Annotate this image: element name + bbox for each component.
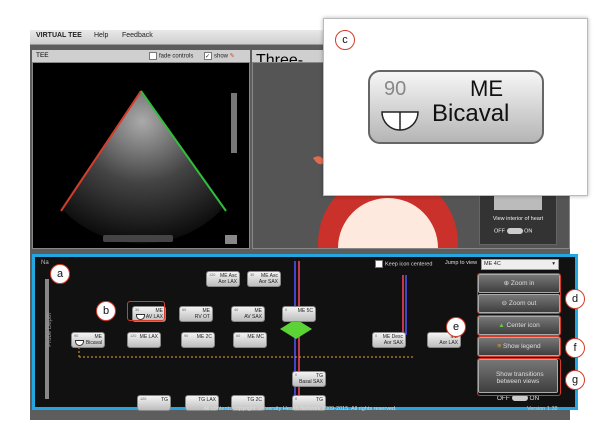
- nav-node-me-5c[interactable]: 0 ME 5C: [282, 306, 316, 322]
- zoomed-node-me-bicaval: 90 ME Bicaval: [368, 70, 544, 144]
- callout-c: c: [335, 30, 355, 50]
- nav-node-me-rv-ot[interactable]: 60 ME RV OT: [179, 306, 213, 322]
- nav-node-me-asc-aor-lax[interactable]: 120 ME Asc Aor LAX: [206, 271, 240, 287]
- callout-d: d: [565, 289, 585, 309]
- fade-controls-toggle[interactable]: fade controls: [149, 52, 193, 60]
- callout-e: e: [446, 317, 466, 337]
- menu-help[interactable]: Help: [94, 32, 108, 39]
- view-interior-toggle[interactable]: OFF ON: [494, 228, 532, 234]
- app-title: VIRTUAL TEE: [36, 32, 82, 39]
- nav-node-me-bicaval[interactable]: 90 ME Bicaval: [71, 332, 105, 348]
- nav-node-me-lax[interactable]: 120 ME LAX: [127, 332, 161, 348]
- version-text: Version 1.38: [527, 406, 558, 412]
- show-toggle[interactable]: ✓ show ✎: [204, 52, 235, 60]
- center-icon-highlight: [477, 315, 561, 336]
- nav-node-me-2c[interactable]: 90 ME 2C: [181, 332, 215, 348]
- copyright-text: All contents copyright University Health…: [203, 406, 397, 412]
- show-transitions-toggle[interactable]: OFF ON: [479, 395, 557, 402]
- zoom-controls-highlight: [477, 273, 561, 314]
- transitions-highlight: [477, 358, 561, 396]
- tee-ultrasound-panel: [32, 62, 250, 249]
- tee-panel-title: TEE: [36, 52, 49, 59]
- threed-panel-header: Three-dimensional vi: [252, 50, 341, 105]
- node-highlight: [127, 301, 165, 321]
- menu-feedback[interactable]: Feedback: [122, 32, 153, 39]
- nav-node-tg-basal-sax[interactable]: 0 TG Basal SAX: [292, 371, 326, 387]
- nav-node-me-mc[interactable]: 60 ME MC: [233, 332, 267, 348]
- show-legend-highlight: [477, 336, 561, 357]
- callout-g: g: [565, 370, 585, 390]
- probe-sector-icon: [75, 340, 84, 346]
- nav-node-me-av-sax[interactable]: 40 ME AV SAX: [231, 306, 265, 322]
- ultrasound-image: [60, 90, 237, 244]
- nav-node-me-asc-aor-sax[interactable]: 30 ME Asc Aor SAX: [247, 271, 281, 287]
- callout-f: f: [565, 338, 585, 358]
- callout-a: a: [50, 264, 70, 284]
- nav-node-me-desc-aor-sax[interactable]: 0 ME Desc Aor SAX: [372, 332, 406, 348]
- tee-panel-header: TEE fade controls ✓ show ✎: [32, 50, 250, 62]
- callout-b: b: [96, 301, 116, 321]
- probe-sector-icon: [381, 111, 419, 131]
